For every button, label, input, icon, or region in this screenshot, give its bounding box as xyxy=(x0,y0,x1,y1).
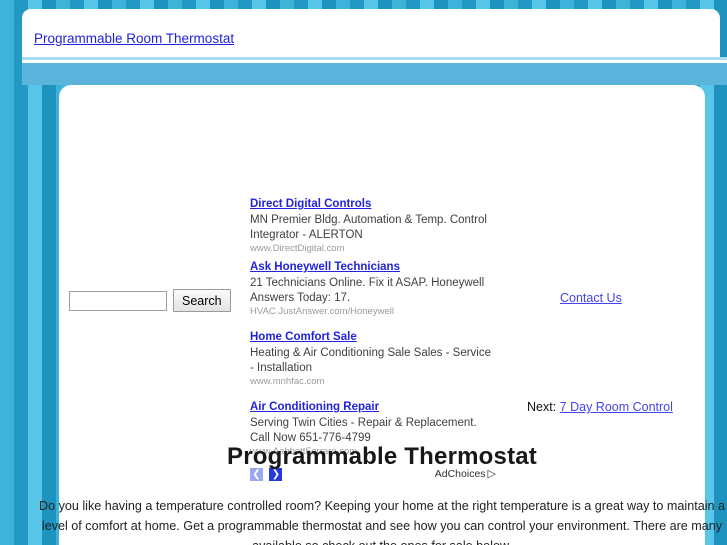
header-bar: Programmable Room Thermostat xyxy=(22,9,720,57)
ad-unit: Home Comfort Sale Heating & Air Conditio… xyxy=(250,327,496,388)
contact-us-link[interactable]: Contact Us xyxy=(560,291,622,305)
ad-unit: Direct Digital Controls MN Premier Bldg.… xyxy=(250,194,496,255)
ad-display-url: www.DirectDigital.com xyxy=(250,243,345,254)
page-background-frame: Programmable Room Thermostat Search Dire… xyxy=(0,0,727,545)
header-blue-band xyxy=(22,63,727,85)
ad-unit: Ask Honeywell Technicians 21 Technicians… xyxy=(250,257,496,318)
ad-title-link[interactable]: Air Conditioning Repair xyxy=(250,400,379,414)
ad-display-url: HVAC.JustAnswer.com/Honeywell xyxy=(250,306,394,317)
page-title: Programmable Thermostat xyxy=(226,443,537,471)
intro-paragraph: Do you like having a temperature control… xyxy=(38,498,726,545)
ad-title-link[interactable]: Ask Honeywell Technicians xyxy=(250,260,400,274)
main-content-card: Search Direct Digital Controls MN Premie… xyxy=(39,85,725,545)
ad-display-url: www.mnhfac.com xyxy=(250,376,325,387)
ad-description: MN Premier Bldg. Automation & Temp. Cont… xyxy=(250,214,487,241)
ad-title-link[interactable]: Direct Digital Controls xyxy=(250,197,371,211)
ad-title-link[interactable]: Home Comfort Sale xyxy=(250,330,357,344)
next-page-link[interactable]: 7 Day Room Control xyxy=(560,400,673,414)
site-title-link[interactable]: Programmable Room Thermostat xyxy=(34,31,234,46)
ad-description: Heating & Air Conditioning Sale Sales - … xyxy=(250,347,491,374)
search-button[interactable]: Search xyxy=(173,289,231,312)
search-input[interactable] xyxy=(69,290,167,311)
ad-description: Serving Twin Cities - Repair & Replaceme… xyxy=(250,417,477,444)
next-label: Next: xyxy=(527,400,557,414)
ad-block: Direct Digital Controls MN Premier Bldg.… xyxy=(250,194,496,460)
next-page-nav: Next: 7 Day Room Control xyxy=(527,400,673,414)
ad-description: 21 Technicians Online. Fix it ASAP. Hone… xyxy=(250,277,485,304)
search-form: Search xyxy=(69,289,231,312)
